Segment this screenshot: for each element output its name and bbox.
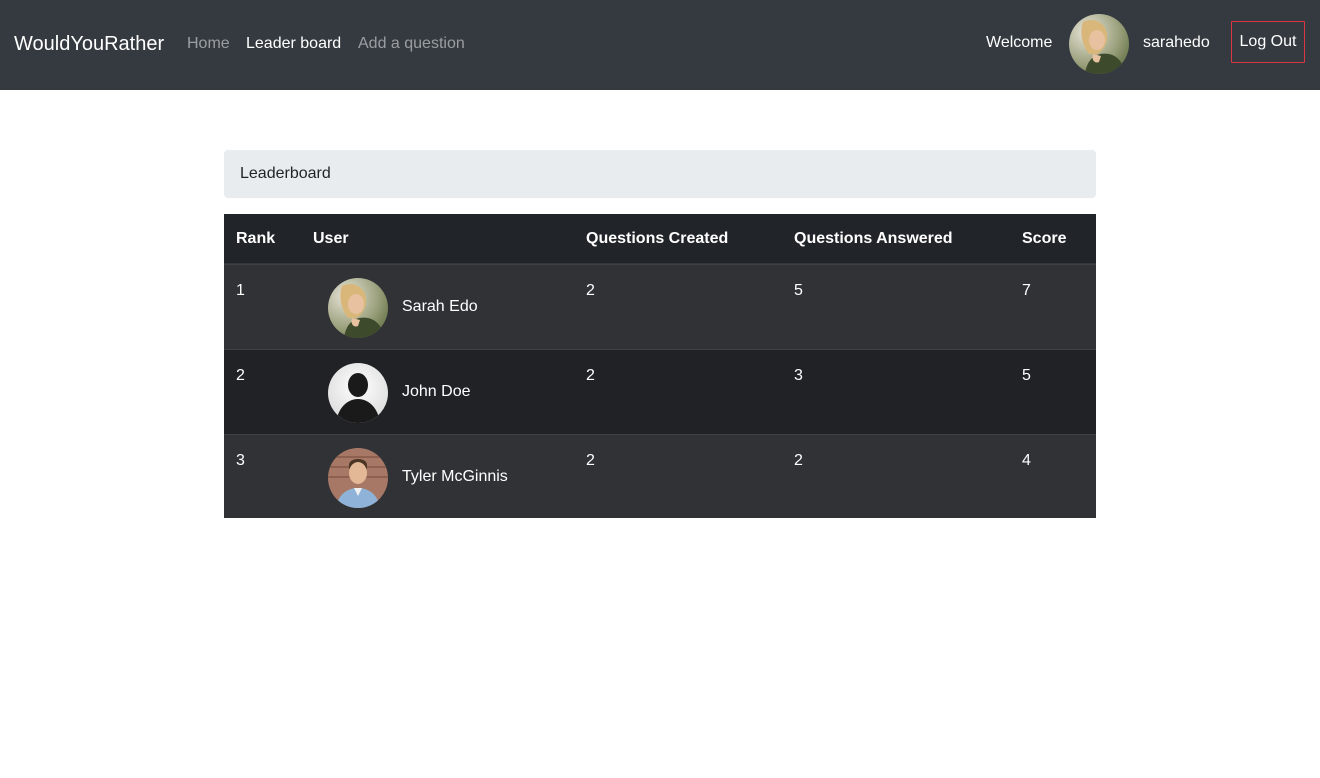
table-row: 1 Sarah Edo 2 5 7 [224, 264, 1096, 349]
nav-link-home[interactable]: Home [187, 34, 230, 54]
user-name: Tyler McGinnis [402, 468, 508, 485]
questions-answered-cell: 5 [794, 282, 803, 299]
score-cell: 4 [1022, 452, 1031, 469]
header-user: User [313, 230, 349, 247]
breadcrumb-title: Leaderboard [240, 165, 331, 182]
nav-link-add-question[interactable]: Add a question [358, 34, 465, 54]
user-avatar [1069, 14, 1129, 74]
header-score: Score [1022, 230, 1067, 247]
logout-button[interactable]: Log Out [1231, 21, 1305, 63]
top-navbar: WouldYouRather Home Leader board Add a q… [0, 0, 1320, 90]
avatar [328, 363, 388, 423]
table-row: 2 John Doe 2 3 5 [224, 349, 1096, 434]
username-label: sarahedo [1143, 34, 1210, 51]
header-questions-created: Questions Created [586, 230, 729, 247]
avatar [328, 448, 388, 508]
questions-answered-cell: 3 [794, 367, 803, 384]
leaderboard-table: Rank User Questions Created Questions An… [224, 214, 1096, 518]
welcome-text: Welcome [986, 34, 1053, 51]
rank-cell: 1 [236, 282, 245, 299]
table-row: 3 Tyler McGinnis 2 2 4 [224, 434, 1096, 518]
rank-cell: 3 [236, 452, 245, 469]
user-name: Sarah Edo [402, 298, 478, 315]
breadcrumb: Leaderboard [224, 150, 1096, 198]
questions-created-cell: 2 [586, 367, 595, 384]
score-cell: 5 [1022, 367, 1031, 384]
questions-created-cell: 2 [586, 452, 595, 469]
header-questions-answered: Questions Answered [794, 230, 953, 247]
questions-answered-cell: 2 [794, 452, 803, 469]
score-cell: 7 [1022, 282, 1031, 299]
user-name: John Doe [402, 383, 471, 400]
brand-link[interactable]: WouldYouRather [14, 32, 164, 56]
questions-created-cell: 2 [586, 282, 595, 299]
avatar [328, 278, 388, 338]
header-rank: Rank [236, 230, 276, 247]
nav-link-leader-board[interactable]: Leader board [246, 34, 341, 54]
rank-cell: 2 [236, 367, 245, 384]
table-header: Rank User Questions Created Questions An… [224, 214, 1096, 264]
